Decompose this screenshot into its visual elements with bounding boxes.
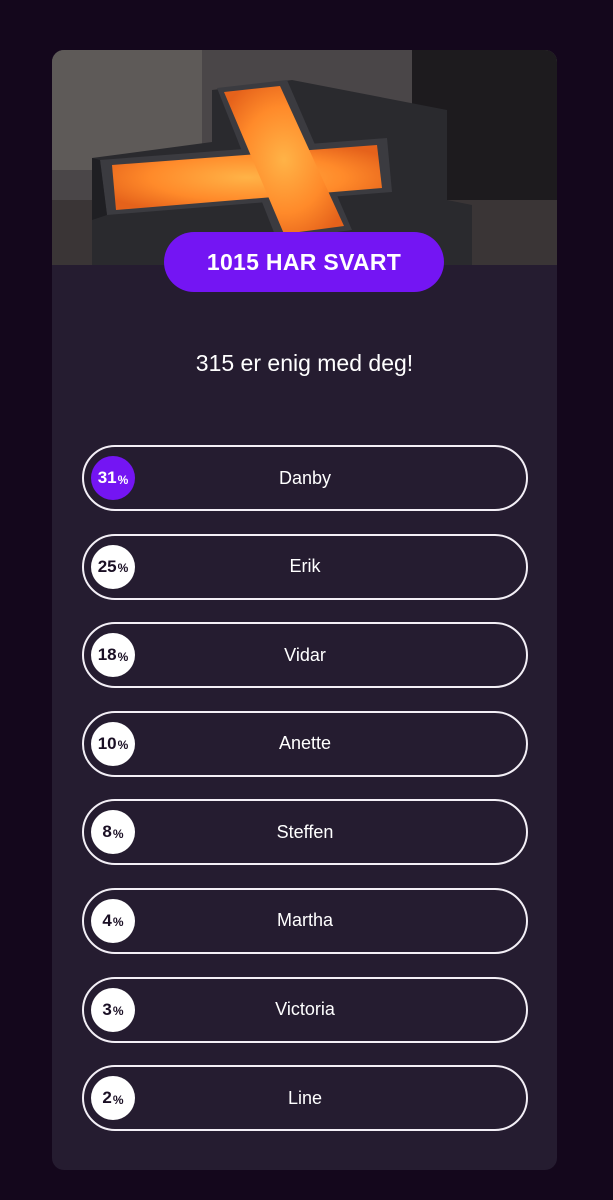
results-card: 1015 HAR SVART 315 er enig med deg! 31% … <box>52 50 557 1170</box>
percent-badge: 10% <box>91 721 135 766</box>
option-label: Danby <box>278 467 332 488</box>
percent-badge: 8% <box>91 810 135 855</box>
agreement-text: 315 er enig med deg! <box>195 350 414 376</box>
percent-badge: 3% <box>91 987 135 1032</box>
option-label: Line <box>287 1087 323 1108</box>
poll-option[interactable]: 2% Line <box>82 1065 528 1132</box>
option-label: Anette <box>278 733 332 754</box>
percent-badge: 31% <box>91 456 135 500</box>
response-count-badge: 1015 HAR SVART <box>164 232 444 292</box>
option-label: Erik <box>289 556 321 577</box>
option-label: Steffen <box>276 821 334 842</box>
percent-badge: 4% <box>91 898 135 943</box>
poll-option[interactable]: 3% Victoria <box>82 976 528 1043</box>
percent-badge: 25% <box>91 544 135 589</box>
poll-option[interactable]: 10% Anette <box>82 710 528 777</box>
poll-option[interactable]: 8% Steffen <box>82 799 528 866</box>
percent-badge: 18% <box>91 633 135 678</box>
option-label: Vidar <box>284 644 326 665</box>
option-label: Martha <box>276 910 334 931</box>
poll-option[interactable]: 31% Danby <box>82 445 528 511</box>
option-label: Victoria <box>275 999 335 1020</box>
poll-option[interactable]: 25% Erik <box>82 533 528 600</box>
poll-results-list: 31% Danby 25% Erik 18% Vidar 10% Anette … <box>82 445 528 1154</box>
poll-option[interactable]: 4% Martha <box>82 887 528 954</box>
poll-option[interactable]: 18% Vidar <box>82 622 528 689</box>
percent-badge: 2% <box>91 1076 135 1121</box>
